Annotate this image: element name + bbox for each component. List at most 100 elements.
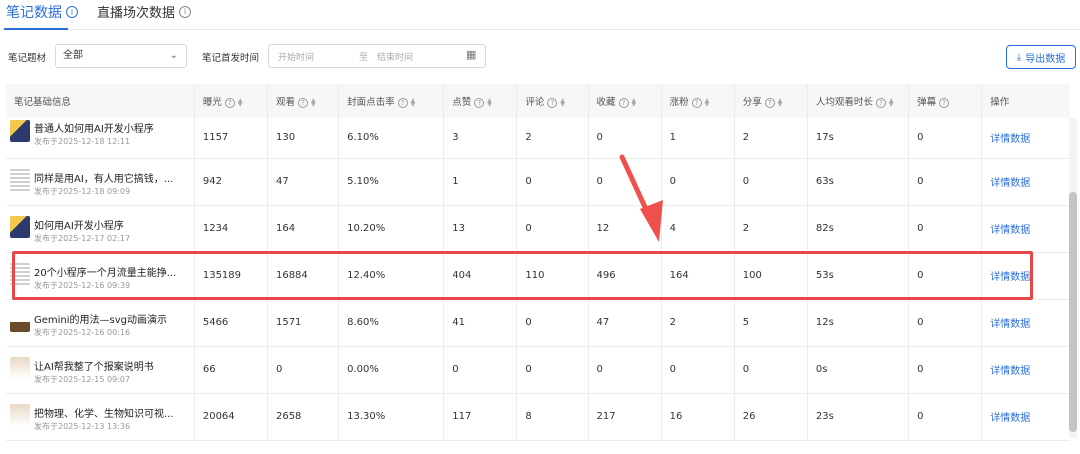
cell-avg-watch: 23s — [807, 393, 910, 441]
tab-note-data[interactable]: 笔记数据 i — [6, 2, 78, 22]
cell-actions: 详情数据 — [981, 158, 1070, 206]
tab-live-data[interactable]: 直播场次数据 i — [97, 2, 192, 21]
note-date: 发布于2025-12-18 09:09 — [34, 186, 131, 196]
cell-impressions: 5466 — [194, 299, 268, 347]
cell-cover-ctr: 5.10% — [338, 158, 445, 206]
sort-icon[interactable]: ▲ ▼ — [560, 97, 565, 107]
help-icon[interactable]: ? — [939, 97, 950, 108]
cell-danmaku: 0 — [908, 299, 983, 347]
topic-filter-label: 笔记题材 — [8, 53, 47, 64]
help-icon[interactable]: ? — [547, 97, 558, 108]
cell-collects: 0 — [588, 158, 662, 206]
help-icon[interactable]: ? — [224, 97, 235, 108]
note-title[interactable]: Gemini的用法—svg动画演示 — [34, 311, 167, 326]
end-date-input[interactable]: 结束时间 — [377, 50, 413, 63]
col-header-shares[interactable]: 分享? ▲ ▼ — [734, 84, 808, 118]
note-title[interactable]: 普通人如何用AI开发小程序 — [34, 120, 154, 135]
sort-icon[interactable]: ▲ ▼ — [487, 97, 492, 107]
sort-icon[interactable]: ▲ ▼ — [889, 97, 894, 107]
col-header-followers[interactable]: 涨粉? ▲ ▼ — [661, 84, 735, 118]
calendar-icon[interactable]: ▦ — [466, 48, 476, 61]
col-header-likes[interactable]: 点赞? ▲ ▼ — [443, 84, 518, 118]
sort-icon[interactable]: ▲ ▼ — [778, 97, 783, 107]
cell-comments: 0 — [516, 158, 589, 206]
note-thumbnail[interactable] — [10, 309, 30, 332]
note-date: 发布于2025-12-17 02:17 — [34, 233, 131, 243]
highlight-box — [12, 251, 1033, 300]
note-date: 发布于2025-12-13 13:36 — [34, 421, 131, 431]
help-icon[interactable]: ? — [297, 97, 308, 108]
cell-danmaku: 0 — [908, 205, 983, 253]
help-icon[interactable]: ? — [691, 97, 702, 108]
note-thumbnail[interactable] — [10, 215, 30, 238]
sort-icon[interactable]: ▲ ▼ — [705, 97, 710, 107]
note-title[interactable]: 如何用AI开发小程序 — [34, 217, 124, 232]
cell-impressions: 1157 — [194, 118, 268, 159]
sort-icon[interactable]: ▲ ▼ — [311, 97, 316, 107]
cell-views: 2658 — [267, 393, 340, 441]
cell-views: 0 — [267, 346, 340, 394]
note-thumbnail[interactable] — [10, 168, 30, 191]
cell-views: 1571 — [267, 299, 340, 347]
col-header-danmaku: 弹幕? — [908, 84, 983, 118]
note-title[interactable]: 让AI帮我整了个报案说明书 — [34, 358, 154, 373]
col-header-actions: 操作 — [981, 84, 1070, 118]
cell-impressions: 1234 — [194, 205, 268, 253]
sort-icon[interactable]: ▲ ▼ — [238, 97, 243, 107]
cell-avg-watch: 0s — [807, 346, 910, 394]
cell-views: 130 — [267, 118, 340, 159]
cell-shares: 0 — [734, 346, 808, 394]
col-header-cover-ctr[interactable]: 封面点击率? ▲ ▼ — [338, 84, 445, 118]
topic-select[interactable]: 全部 ⌄ — [55, 44, 187, 68]
cell-avg-watch: 63s — [807, 158, 910, 206]
cell-followers: 0 — [661, 346, 735, 394]
cell-collects: 47 — [588, 299, 662, 347]
cell-likes: 117 — [443, 393, 518, 441]
col-header-note-info: 笔记基础信息 — [6, 84, 195, 118]
detail-data-link[interactable]: 详情数据 — [990, 225, 1030, 236]
note-info-cell: 普通人如何用AI开发小程序 发布于2025-12-18 12:11 — [6, 118, 195, 159]
topic-select-value: 全部 — [63, 50, 83, 61]
cell-actions: 详情数据 — [981, 118, 1070, 159]
info-icon[interactable]: i — [66, 6, 78, 18]
col-header-comments[interactable]: 评论? ▲ ▼ — [516, 84, 589, 118]
export-button[interactable]: ⤓ 导出数据 — [1006, 45, 1076, 69]
help-icon[interactable]: ? — [618, 97, 629, 108]
detail-data-link[interactable]: 详情数据 — [990, 319, 1030, 330]
note-thumbnail[interactable] — [10, 403, 30, 426]
date-range-picker[interactable]: 开始时间 至 结束时间 ▦ — [268, 44, 486, 68]
cell-actions: 详情数据 — [981, 346, 1070, 394]
date-separator: 至 — [359, 53, 369, 63]
help-icon[interactable]: ? — [875, 97, 886, 108]
col-header-views[interactable]: 观看? ▲ ▼ — [267, 84, 340, 118]
note-title[interactable]: 同样是用AI，有人用它搞钱，... — [34, 170, 173, 185]
sort-icon[interactable]: ▲ ▼ — [411, 97, 416, 107]
note-thumbnail[interactable] — [10, 120, 30, 142]
cell-cover-ctr: 0.00% — [338, 346, 445, 394]
cell-shares: 5 — [734, 299, 808, 347]
table-row: 同样是用AI，有人用它搞钱，... 发布于2025-12-18 09:09 942 4… — [6, 158, 1070, 206]
cell-actions: 详情数据 — [981, 393, 1070, 441]
detail-data-link[interactable]: 详情数据 — [990, 366, 1030, 377]
col-header-avg-watch[interactable]: 人均观看时长? ▲ ▼ — [807, 84, 910, 118]
cell-followers: 2 — [661, 299, 735, 347]
start-date-input[interactable]: 开始时间 — [278, 50, 314, 63]
col-header-collects[interactable]: 收藏? ▲ ▼ — [588, 84, 662, 118]
note-thumbnail[interactable] — [10, 356, 30, 379]
table-row: 让AI帮我整了个报案说明书 发布于2025-12-15 09:07 66 0 0.00%… — [6, 346, 1070, 394]
help-icon[interactable]: ? — [474, 97, 485, 108]
help-icon[interactable]: ? — [397, 97, 408, 108]
note-info-cell: 让AI帮我整了个报案说明书 发布于2025-12-15 09:07 — [6, 346, 195, 394]
scrollbar-thumb[interactable] — [1069, 192, 1077, 432]
cell-followers: 1 — [661, 118, 735, 159]
detail-data-link[interactable]: 详情数据 — [990, 134, 1030, 145]
tab-bar: 笔记数据 i 直播场次数据 i — [0, 0, 1080, 30]
col-header-impressions[interactable]: 曝光? ▲ ▼ — [194, 84, 268, 118]
tab-label: 笔记数据 — [6, 5, 62, 21]
help-icon[interactable]: ? — [764, 97, 775, 108]
detail-data-link[interactable]: 详情数据 — [990, 178, 1030, 189]
sort-icon[interactable]: ▲ ▼ — [632, 97, 637, 107]
detail-data-link[interactable]: 详情数据 — [990, 413, 1030, 424]
note-title[interactable]: 把物理、化学、生物知识可视... — [34, 405, 174, 420]
info-icon[interactable]: i — [179, 5, 192, 18]
